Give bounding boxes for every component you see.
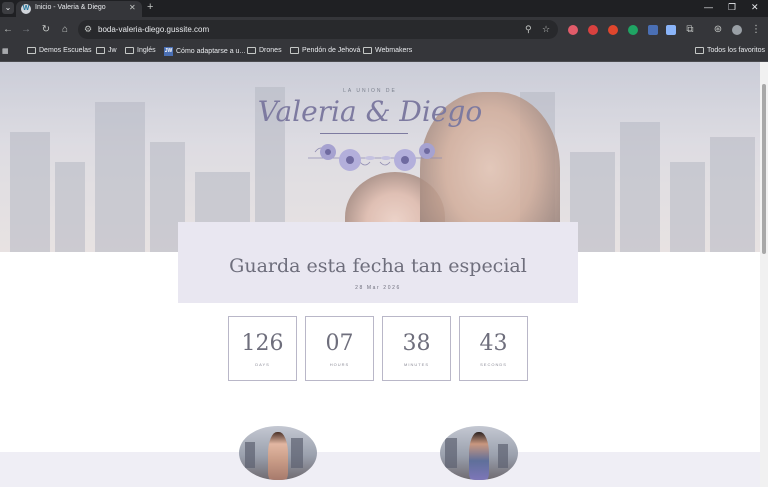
- countdown-minutes-label: MINUTES: [404, 362, 429, 367]
- tab-search-icon[interactable]: ⌄: [2, 2, 14, 14]
- bride-portrait: [239, 426, 317, 480]
- bride-figure: [268, 432, 288, 480]
- scrollbar-thumb[interactable]: [762, 84, 766, 254]
- countdown-seconds: 43 SECONDS: [459, 316, 528, 381]
- bookmark-demos-escuelas[interactable]: Demos Escuelas: [27, 47, 92, 54]
- folder-icon: [125, 47, 134, 54]
- countdown-days-value: 126: [241, 331, 284, 356]
- extension-icon[interactable]: [628, 25, 638, 35]
- bookmarks-bar: ▦ Demos Escuelas Jw Inglés JW Cómo adapta…: [0, 44, 768, 62]
- pocket-icon[interactable]: [568, 25, 578, 35]
- folder-icon: [290, 47, 299, 54]
- countdown-seconds-label: SECONDS: [480, 362, 507, 367]
- bookmark-webmakers[interactable]: Webmakers: [363, 47, 412, 54]
- url-text[interactable]: boda-valeria-diego.gussite.com: [98, 25, 209, 34]
- couple-section-band: [0, 452, 760, 487]
- hero-names: Valeria & Diego: [257, 95, 483, 128]
- extension-icon[interactable]: [588, 25, 598, 35]
- browser-window: ⌄ W Inicio - Valeria & Diego ✕ + — ❐ ✕ ←…: [0, 0, 768, 487]
- toolbar: ← → ↻ ⌂ ⚙ boda-valeria-diego.gussite.com…: [0, 17, 768, 44]
- countdown-minutes: 38 MINUTES: [382, 316, 451, 381]
- countdown-hours: 07 HOURS: [305, 316, 374, 381]
- address-bar[interactable]: ⚙ boda-valeria-diego.gussite.com ⚲ ☆: [78, 20, 558, 39]
- jw-icon: JW: [164, 47, 173, 56]
- extension-icon[interactable]: [666, 25, 676, 35]
- tab-strip: ⌄ W Inicio - Valeria & Diego ✕ + — ❐ ✕: [0, 0, 768, 17]
- minimize-icon[interactable]: —: [704, 2, 713, 12]
- star-icon[interactable]: ☆: [542, 24, 550, 35]
- floral-ornament: [308, 143, 442, 171]
- bookmark-drones[interactable]: Drones: [247, 47, 282, 54]
- profile-switch-icon[interactable]: ⊛: [712, 24, 724, 35]
- hero-divider: [320, 133, 408, 134]
- home-icon[interactable]: ⌂: [59, 24, 71, 35]
- skyline-building: [245, 442, 255, 468]
- save-the-date-title: Guarda esta fecha tan especial: [229, 255, 527, 277]
- reload-icon[interactable]: ↻: [40, 24, 52, 35]
- menu-icon[interactable]: ⋮: [750, 24, 762, 35]
- folder-icon: [247, 47, 256, 54]
- tab-active[interactable]: W Inicio - Valeria & Diego ✕: [16, 1, 142, 17]
- countdown-hours-value: 07: [325, 331, 354, 356]
- countdown-days: 126 DAYS: [228, 316, 297, 381]
- groom-figure: [469, 432, 489, 480]
- page-scrollbar[interactable]: [760, 62, 768, 487]
- save-the-date-box: Guarda esta fecha tan especial 28 Mar 20…: [178, 222, 578, 303]
- forward-icon[interactable]: →: [20, 24, 32, 35]
- bookmark-ingles[interactable]: Inglés: [125, 47, 156, 54]
- close-window-icon[interactable]: ✕: [751, 2, 759, 13]
- wedding-date: 28 Mar 2026: [355, 285, 401, 291]
- extension-icon[interactable]: [648, 25, 658, 35]
- skyline-building: [291, 438, 303, 468]
- site-info-icon[interactable]: ⚙: [84, 24, 92, 35]
- close-icon[interactable]: ✕: [129, 3, 136, 12]
- page-viewport: LA UNION DE Valeria & Diego Guarda esta …: [0, 62, 760, 487]
- folder-icon: [27, 47, 36, 54]
- groom-portrait: [440, 426, 518, 480]
- bookmark-como-adaptarse[interactable]: JW Cómo adaptarse a u...: [164, 47, 245, 56]
- maximize-icon[interactable]: ❐: [728, 2, 736, 13]
- countdown-days-label: DAYS: [255, 362, 270, 367]
- bookmark-pendon[interactable]: Pendón de Jehová: [290, 47, 360, 54]
- profile-icon[interactable]: [732, 25, 742, 35]
- bookmark-all-favorites[interactable]: Todos los favoritos: [695, 47, 765, 54]
- tab-title: Inicio - Valeria & Diego: [35, 4, 106, 11]
- skyline-building: [445, 438, 457, 468]
- countdown-minutes-value: 38: [402, 331, 431, 356]
- countdown-seconds-value: 43: [479, 331, 508, 356]
- back-icon[interactable]: ←: [2, 24, 14, 35]
- puzzle-icon[interactable]: ⧉: [684, 24, 696, 35]
- countdown-hours-label: HOURS: [329, 362, 350, 367]
- folder-icon: [363, 47, 372, 54]
- plus-icon[interactable]: +: [147, 1, 153, 13]
- folder-icon: [695, 47, 704, 54]
- skyline-building: [498, 444, 508, 468]
- extension-icon[interactable]: [608, 25, 618, 35]
- hero-kicker: LA UNION DE: [343, 88, 397, 94]
- wordpress-icon: W: [21, 4, 31, 14]
- zoom-icon[interactable]: ⚲: [525, 24, 532, 35]
- folder-icon: [96, 47, 105, 54]
- bookmark-jw[interactable]: Jw: [96, 47, 117, 54]
- apps-icon[interactable]: ▦: [2, 47, 9, 55]
